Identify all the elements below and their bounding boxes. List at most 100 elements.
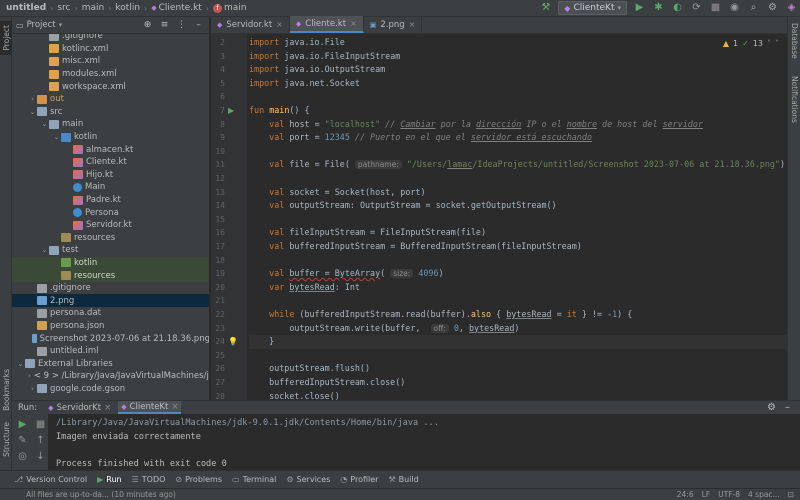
tree-item[interactable]: workspace.xml: [12, 80, 209, 93]
profile-icon[interactable]: ⟳: [690, 2, 703, 15]
locate-icon[interactable]: ⊕: [141, 19, 154, 32]
code-line[interactable]: }: [249, 335, 787, 349]
run-icon[interactable]: ▶: [633, 2, 646, 15]
run-tab[interactable]: ◆ ClienteKt ×: [118, 401, 182, 414]
tree-item[interactable]: .gitignore: [12, 282, 209, 295]
close-icon[interactable]: ×: [104, 403, 111, 413]
editor-tab[interactable]: ◆ Cliente.kt ×: [289, 16, 364, 33]
lock-icon[interactable]: ⊡: [788, 490, 794, 499]
settings-icon[interactable]: ⚙: [765, 401, 778, 414]
tool-window-services[interactable]: ⚙ Services: [286, 475, 330, 484]
tool-window-todo[interactable]: ☰ TODO: [132, 475, 166, 484]
code-line[interactable]: outputStream.write(buffer, off: 0, bytes…: [249, 322, 519, 336]
tree-item[interactable]: ⌄ External Libraries: [12, 357, 209, 370]
chevron-icon[interactable]: ⌄: [16, 360, 25, 368]
lightbulb-icon[interactable]: 💡: [228, 337, 238, 346]
coverage-icon[interactable]: ◐: [671, 2, 684, 15]
code-line[interactable]: val outputStream: OutputStream = socket.…: [249, 199, 556, 213]
tool-window-build[interactable]: ⚒ Build: [388, 475, 418, 484]
tree-item[interactable]: ⌄ main: [12, 118, 209, 131]
breadcrumb-item[interactable]: src: [57, 3, 70, 13]
caret-position[interactable]: 24:6: [677, 490, 694, 499]
indent-setting[interactable]: 4 spac...: [748, 490, 780, 499]
chevron-icon[interactable]: ›: [28, 385, 37, 393]
tree-item[interactable]: Screenshot 2023-07-06 at 21.18.36.png: [12, 332, 209, 345]
code-line[interactable]: fun main() {: [249, 104, 310, 118]
code-area[interactable]: import java.io.File import java.io.FileIn…: [249, 34, 787, 400]
run-gutter-icon[interactable]: ▶: [228, 106, 234, 115]
close-icon[interactable]: ×: [409, 20, 416, 29]
line-separator[interactable]: LF: [702, 490, 711, 499]
tree-item[interactable]: 2.png: [12, 294, 209, 308]
project-tool-tab[interactable]: Project: [0, 21, 12, 55]
tree-item[interactable]: Hijo.kt: [12, 169, 209, 182]
tree-item[interactable]: kotlin: [12, 256, 209, 270]
breadcrumb-item[interactable]: main: [82, 3, 105, 13]
bookmarks-tool-tab[interactable]: Bookmarks: [0, 367, 12, 412]
breadcrumb-item[interactable]: ◆ Cliente.kt: [151, 3, 202, 13]
tree-item[interactable]: ⌄ kotlin: [12, 131, 209, 144]
code-line[interactable]: bufferedInputStream.close(): [249, 376, 405, 390]
tree-item[interactable]: persona.json: [12, 320, 209, 333]
breadcrumb-item[interactable]: untitled: [6, 3, 46, 13]
tree-item[interactable]: ⌄ src: [12, 106, 209, 119]
code-line[interactable]: import java.io.FileInputStream: [249, 50, 400, 64]
chevron-icon[interactable]: ⌄: [28, 108, 37, 116]
close-icon[interactable]: ×: [350, 19, 357, 28]
tree-item[interactable]: persona.dat: [12, 307, 209, 320]
chevron-icon[interactable]: ›: [28, 95, 37, 103]
tree-item[interactable]: Main: [12, 181, 209, 194]
tree-item[interactable]: Servidor.kt: [12, 219, 209, 232]
tree-item[interactable]: ⌄ test: [12, 244, 209, 257]
editor-tab[interactable]: ▣ 2.png ×: [364, 16, 423, 33]
tree-item[interactable]: misc.xml: [12, 55, 209, 68]
tool-window-profiler[interactable]: ◔ Profiler: [340, 475, 378, 484]
file-encoding[interactable]: UTF-8: [718, 490, 740, 499]
stop-icon[interactable]: ■: [34, 418, 47, 431]
hammer-icon[interactable]: ⚒: [539, 2, 552, 15]
chevron-icon[interactable]: ›: [28, 372, 31, 380]
tree-item[interactable]: Cliente.kt: [12, 156, 209, 169]
console-output[interactable]: /Library/Java/JavaVirtualMachines/jdk-9.…: [56, 417, 439, 471]
close-icon[interactable]: ×: [276, 20, 283, 29]
chevron-icon[interactable]: ⌄: [40, 246, 49, 254]
notifications-tool-tab[interactable]: Notifications: [788, 69, 800, 129]
stop-icon[interactable]: ■: [709, 2, 722, 15]
tree-item[interactable]: modules.xml: [12, 68, 209, 81]
code-line[interactable]: import java.net.Socket: [249, 77, 360, 91]
code-line[interactable]: import java.io.File: [249, 36, 345, 50]
tree-item[interactable]: › < 9 > /Library/Java/JavaVirtualMachines…: [12, 370, 209, 383]
down-arrow-icon[interactable]: ↓: [34, 450, 47, 463]
camera-icon[interactable]: ◎: [16, 450, 29, 463]
code-line[interactable]: val bufferedInputStream = BufferedInputS…: [249, 240, 582, 254]
code-line[interactable]: outputStream.flush(): [249, 362, 370, 376]
inspection-widget[interactable]: ▲ 1 ✓ 13 ˄ ˅: [723, 39, 779, 48]
search-icon[interactable]: ⌕: [747, 2, 760, 15]
tool-window-problems[interactable]: ⊘ Problems: [175, 475, 222, 484]
code-line[interactable]: while (bufferedInputStream.read(buffer).…: [249, 308, 632, 322]
code-line[interactable]: socket.close(): [249, 390, 340, 400]
chevron-icon[interactable]: ⌄: [40, 120, 49, 128]
debug-icon[interactable]: ✱: [652, 2, 665, 15]
structure-tool-tab[interactable]: Structure: [0, 417, 12, 462]
code-line[interactable]: var bytesRead: Int: [249, 281, 360, 295]
tree-item[interactable]: untitled.iml: [12, 345, 209, 358]
tree-item[interactable]: almacen.kt: [12, 143, 209, 156]
hide-icon[interactable]: –: [781, 401, 794, 414]
run-tab[interactable]: ◆ ServidorKt ×: [45, 401, 114, 414]
tree-item[interactable]: Padre.kt: [12, 194, 209, 207]
breadcrumb-item[interactable]: f main: [213, 3, 247, 13]
tree-item[interactable]: › out: [12, 93, 209, 106]
hide-icon[interactable]: –: [192, 19, 205, 32]
tool-window-terminal[interactable]: ▭ Terminal: [232, 475, 276, 484]
project-view-title[interactable]: Project: [27, 20, 56, 30]
breadcrumb-item[interactable]: kotlin: [115, 3, 140, 13]
code-line[interactable]: val port = 12345 // Puerto en el que el …: [249, 131, 592, 145]
collapse-all-icon[interactable]: ≡: [158, 19, 171, 32]
tree-item[interactable]: kotlinc.xml: [12, 43, 209, 56]
close-icon[interactable]: ×: [171, 402, 178, 412]
tree-item[interactable]: resources: [12, 232, 209, 245]
up-arrow-icon[interactable]: ↑: [34, 434, 47, 447]
code-line[interactable]: val host = "localhost" // Cambiar por la…: [249, 118, 703, 132]
tree-item[interactable]: Persona: [12, 206, 209, 219]
